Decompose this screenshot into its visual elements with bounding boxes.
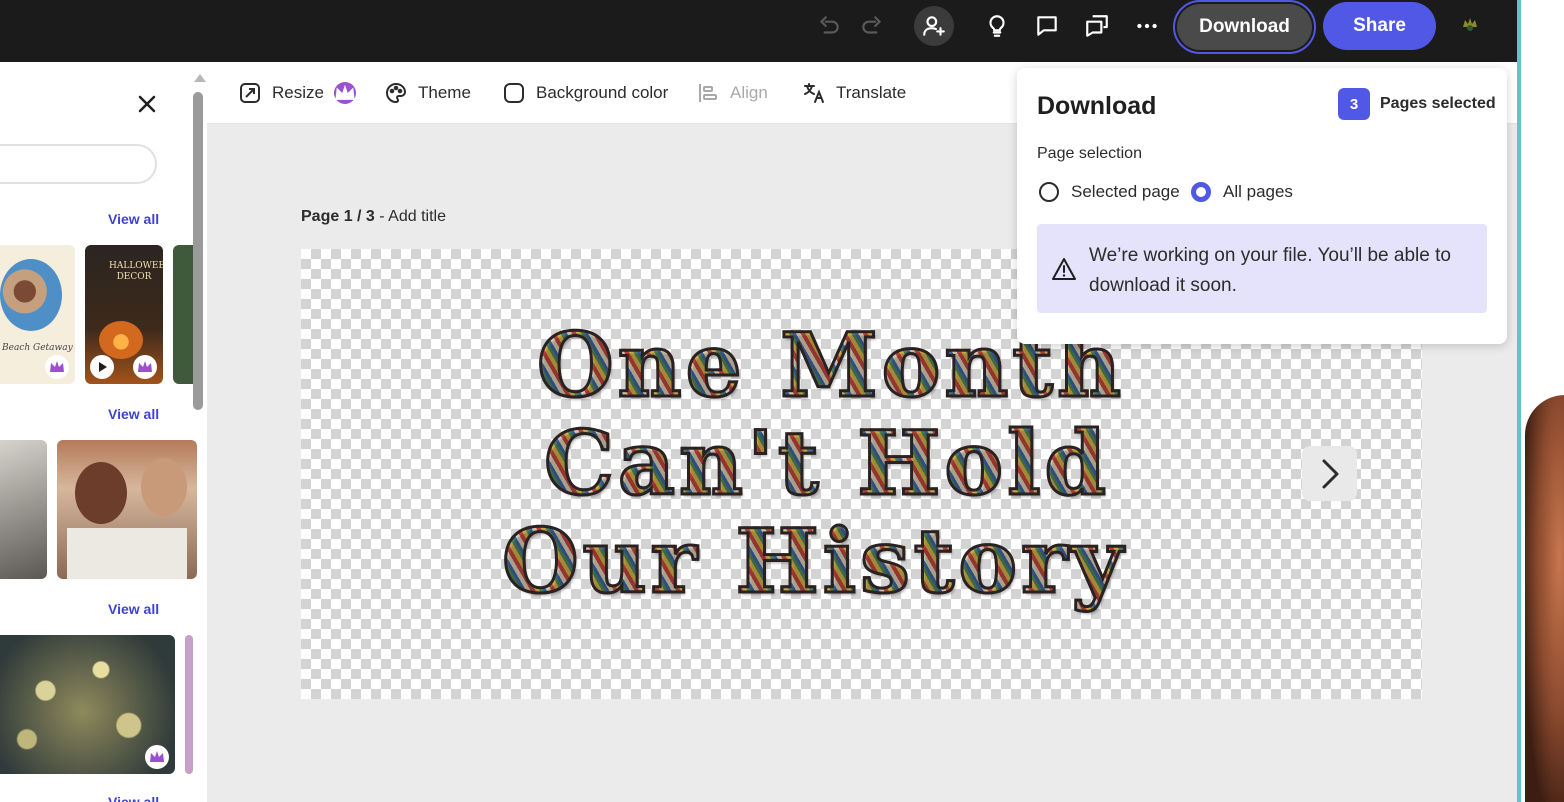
resize-icon [240, 83, 260, 103]
pumpkin-image [99, 321, 143, 359]
view-all-link-4[interactable]: View all [108, 794, 159, 802]
person-face [75, 462, 127, 524]
pages-selected-count: 3 [1338, 88, 1370, 120]
download-button[interactable]: Download [1173, 0, 1316, 54]
template-thumb-beach[interactable]: Beach Getaway [0, 245, 75, 384]
radio-all-pages[interactable]: All pages [1191, 182, 1293, 202]
align-icon [699, 84, 717, 102]
download-panel: Download 3 Pages selected Page selection… [1017, 68, 1507, 344]
halloween-thumb-text: HALLOWEEN DECOR [109, 261, 163, 282]
premium-crown-icon [133, 355, 157, 379]
align-button[interactable]: Align [696, 80, 768, 106]
clothing [67, 528, 187, 579]
download-button-label: Download [1177, 4, 1312, 50]
processing-notice: We’re working on your file. You’ll be ab… [1037, 224, 1487, 313]
template-thumb-halloween[interactable]: HALLOWEEN DECOR [85, 245, 163, 384]
translate-button[interactable]: Translate [802, 80, 906, 106]
view-all-link-3[interactable]: View all [108, 601, 159, 617]
scroll-thumb[interactable] [193, 92, 203, 410]
pages-selected-label: Pages selected [1380, 95, 1496, 112]
warning-icon [1052, 258, 1076, 280]
resize-button[interactable]: Resize [238, 80, 356, 106]
premium-crown-icon [145, 745, 169, 769]
close-icon[interactable] [133, 90, 161, 118]
download-panel-title: Download [1037, 92, 1157, 120]
resize-label: Resize [272, 83, 324, 102]
more-icon[interactable] [1127, 6, 1167, 46]
translate-icon [804, 83, 824, 103]
radio-all-pages-label: All pages [1223, 182, 1293, 201]
view-all-link-1[interactable]: View all [108, 211, 159, 227]
page-title-placeholder: - Add title [374, 208, 446, 225]
chevron-right-icon [1322, 459, 1338, 488]
background-color-button[interactable]: Background color [502, 80, 668, 106]
view-all-link-2[interactable]: View all [108, 406, 159, 422]
redo-icon[interactable] [852, 6, 892, 46]
translate-label: Translate [836, 83, 907, 102]
photo-thumb-bokeh[interactable] [0, 635, 175, 774]
lightbulb-icon[interactable] [977, 6, 1017, 46]
theme-button[interactable]: Theme [384, 80, 471, 106]
photo-thumb-architecture[interactable] [0, 440, 47, 579]
photo-thumb-women-laughing[interactable] [57, 440, 197, 579]
beach-thumb-text: Beach Getaway [2, 343, 73, 353]
radio-selected-page-label: Selected page [1071, 182, 1180, 201]
review-icon[interactable] [1077, 6, 1117, 46]
avatar[interactable] [1457, 10, 1483, 36]
next-page-button[interactable] [1302, 446, 1357, 501]
background-color-label: Background color [536, 83, 669, 102]
design-text-line-2[interactable]: Can't Hold [542, 410, 1110, 517]
share-button[interactable]: Share [1323, 2, 1436, 50]
page-number: Page 1 / 3 [301, 208, 375, 225]
search-input[interactable] [0, 144, 157, 184]
radio-selected-page[interactable]: Selected page [1039, 182, 1180, 202]
page-selection-label: Page selection [1037, 145, 1142, 162]
scroll-up-arrow[interactable] [194, 74, 206, 82]
theme-label: Theme [418, 83, 471, 102]
beach-photo [0, 259, 62, 331]
align-label: Align [730, 83, 768, 102]
background-color-icon [504, 83, 524, 103]
adjacent-photo [1525, 395, 1564, 802]
design-text-line-3[interactable]: Our History [501, 508, 1127, 615]
adjacent-window-strip [1517, 0, 1564, 802]
left-panel-scrollbar[interactable] [191, 70, 206, 802]
left-panel: View all Beach Getaway HALLOWEEN DECOR V… [0, 62, 207, 802]
top-bar: Download Share [0, 0, 1517, 62]
premium-crown-icon [45, 355, 69, 379]
premium-crown-icon [333, 82, 356, 104]
comment-icon[interactable] [1027, 6, 1067, 46]
radio-circle[interactable] [1039, 182, 1059, 202]
processing-notice-text: We’re working on your file. You’ll be ab… [1089, 245, 1451, 296]
palette-icon [386, 82, 407, 104]
page-label[interactable]: Page 1 / 3 - Add title [301, 208, 446, 226]
invite-icon[interactable] [914, 6, 954, 46]
play-icon [90, 355, 114, 379]
radio-circle-checked[interactable] [1191, 182, 1211, 202]
undo-icon[interactable] [809, 6, 849, 46]
person-face [141, 458, 187, 516]
